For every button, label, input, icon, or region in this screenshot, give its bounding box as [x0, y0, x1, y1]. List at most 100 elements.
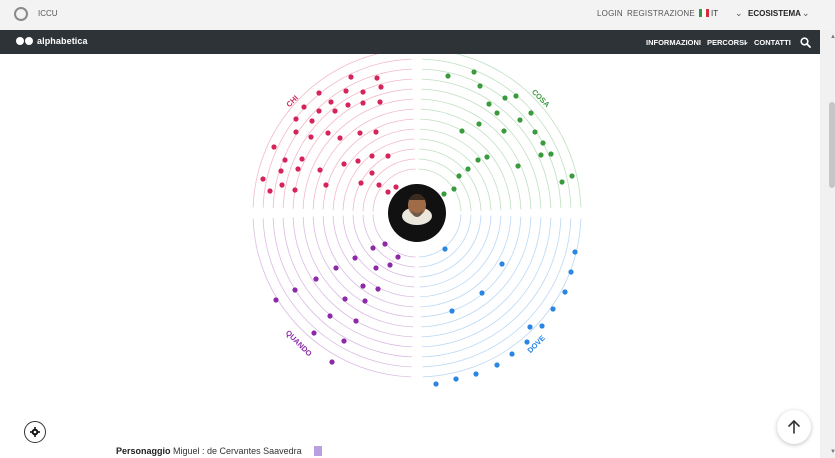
- dot-cosa[interactable]: [501, 128, 507, 134]
- dot-cosa[interactable]: [513, 93, 519, 99]
- dot-cosa[interactable]: [445, 73, 451, 79]
- dot-chi[interactable]: [358, 180, 364, 186]
- dot-chi[interactable]: [377, 99, 383, 105]
- dot-chi[interactable]: [325, 130, 331, 136]
- chevron-down-icon[interactable]: ⌄: [743, 38, 749, 46]
- dot-chi[interactable]: [301, 104, 307, 110]
- dot-cosa[interactable]: [517, 117, 523, 123]
- dot-chi[interactable]: [316, 108, 322, 114]
- scroll-up-arrow-icon[interactable]: ▲: [830, 34, 835, 40]
- dot-chi[interactable]: [317, 167, 323, 173]
- dot-quando[interactable]: [333, 265, 339, 271]
- dot-cosa[interactable]: [471, 69, 477, 75]
- dot-chi[interactable]: [343, 88, 349, 94]
- dot-quando[interactable]: [352, 255, 358, 261]
- dot-dove[interactable]: [499, 261, 505, 267]
- dot-dove[interactable]: [572, 249, 578, 255]
- page-scrollbar[interactable]: [820, 30, 835, 458]
- dot-chi[interactable]: [267, 188, 273, 194]
- dot-cosa[interactable]: [569, 173, 575, 179]
- nav-percorsi[interactable]: PERCORSI: [707, 38, 746, 47]
- dot-chi[interactable]: [293, 116, 299, 122]
- dot-dove[interactable]: [539, 323, 545, 329]
- dot-cosa[interactable]: [515, 163, 521, 169]
- dot-chi[interactable]: [292, 187, 298, 193]
- dot-chi[interactable]: [279, 182, 285, 188]
- dot-chi[interactable]: [323, 182, 329, 188]
- org-name[interactable]: ICCU: [38, 9, 58, 18]
- dot-quando[interactable]: [341, 338, 347, 344]
- dot-dove[interactable]: [442, 246, 448, 252]
- dot-dove[interactable]: [550, 306, 556, 312]
- settings-button[interactable]: [24, 421, 46, 443]
- italy-flag-icon[interactable]: [699, 9, 709, 17]
- dot-quando[interactable]: [292, 287, 298, 293]
- dot-quando[interactable]: [370, 245, 376, 251]
- dot-dove[interactable]: [562, 289, 568, 295]
- dot-cosa[interactable]: [441, 191, 447, 197]
- dot-cosa[interactable]: [494, 110, 500, 116]
- dot-chi[interactable]: [341, 161, 347, 167]
- login-link[interactable]: LOGIN: [597, 9, 623, 18]
- dot-quando[interactable]: [311, 330, 317, 336]
- dot-cosa[interactable]: [484, 154, 490, 160]
- dot-chi[interactable]: [393, 184, 399, 190]
- dot-quando[interactable]: [387, 262, 393, 268]
- dot-cosa[interactable]: [459, 128, 465, 134]
- dot-chi[interactable]: [308, 134, 314, 140]
- chevron-down-icon[interactable]: ⌄: [802, 8, 810, 19]
- dot-cosa[interactable]: [540, 140, 546, 146]
- dot-cosa[interactable]: [528, 110, 534, 116]
- dot-cosa[interactable]: [465, 166, 471, 172]
- bookmark-icon[interactable]: [314, 446, 322, 456]
- dot-chi[interactable]: [385, 153, 391, 159]
- dot-quando[interactable]: [327, 313, 333, 319]
- dot-dove[interactable]: [473, 371, 479, 377]
- dot-chi[interactable]: [337, 135, 343, 141]
- dot-chi[interactable]: [369, 153, 375, 159]
- dot-quando[interactable]: [313, 276, 319, 282]
- dot-chi[interactable]: [293, 129, 299, 135]
- dot-chi[interactable]: [385, 189, 391, 195]
- dot-chi[interactable]: [260, 176, 266, 182]
- dot-chi[interactable]: [278, 168, 284, 174]
- dot-quando[interactable]: [382, 241, 388, 247]
- dot-cosa[interactable]: [475, 157, 481, 163]
- dot-cosa[interactable]: [502, 95, 508, 101]
- dot-dove[interactable]: [449, 308, 455, 314]
- dot-quando[interactable]: [373, 265, 379, 271]
- dot-chi[interactable]: [360, 100, 366, 106]
- dot-quando[interactable]: [353, 318, 359, 324]
- dot-chi[interactable]: [378, 84, 384, 90]
- dot-cosa[interactable]: [548, 151, 554, 157]
- scroll-to-top-button[interactable]: [777, 410, 811, 444]
- dot-quando[interactable]: [329, 359, 335, 365]
- dot-dove[interactable]: [494, 362, 500, 368]
- dot-quando[interactable]: [360, 283, 366, 289]
- iccu-logo-icon[interactable]: [14, 7, 28, 21]
- dot-chi[interactable]: [299, 156, 305, 162]
- dot-chi[interactable]: [373, 129, 379, 135]
- nav-informazioni[interactable]: INFORMAZIONI: [646, 38, 701, 47]
- dot-dove[interactable]: [527, 324, 533, 330]
- register-link[interactable]: REGISTRAZIONE: [627, 9, 695, 18]
- dot-chi[interactable]: [328, 99, 334, 105]
- dot-chi[interactable]: [332, 108, 338, 114]
- dot-cosa[interactable]: [486, 101, 492, 107]
- dot-chi[interactable]: [271, 144, 277, 150]
- scrollbar-thumb[interactable]: [829, 102, 835, 188]
- nav-contatti[interactable]: CONTATTI: [754, 38, 791, 47]
- dot-cosa[interactable]: [538, 152, 544, 158]
- dot-quando[interactable]: [342, 296, 348, 302]
- dot-cosa[interactable]: [451, 186, 457, 192]
- dot-chi[interactable]: [357, 130, 363, 136]
- dot-chi[interactable]: [360, 89, 366, 95]
- language-selector[interactable]: IT: [711, 9, 718, 18]
- brand-logo[interactable]: alphabetica: [16, 36, 88, 46]
- search-icon[interactable]: [800, 37, 811, 48]
- dot-chi[interactable]: [369, 170, 375, 176]
- dot-cosa[interactable]: [532, 129, 538, 135]
- dot-cosa[interactable]: [477, 83, 483, 89]
- dot-quando[interactable]: [273, 297, 279, 303]
- dot-cosa[interactable]: [559, 179, 565, 185]
